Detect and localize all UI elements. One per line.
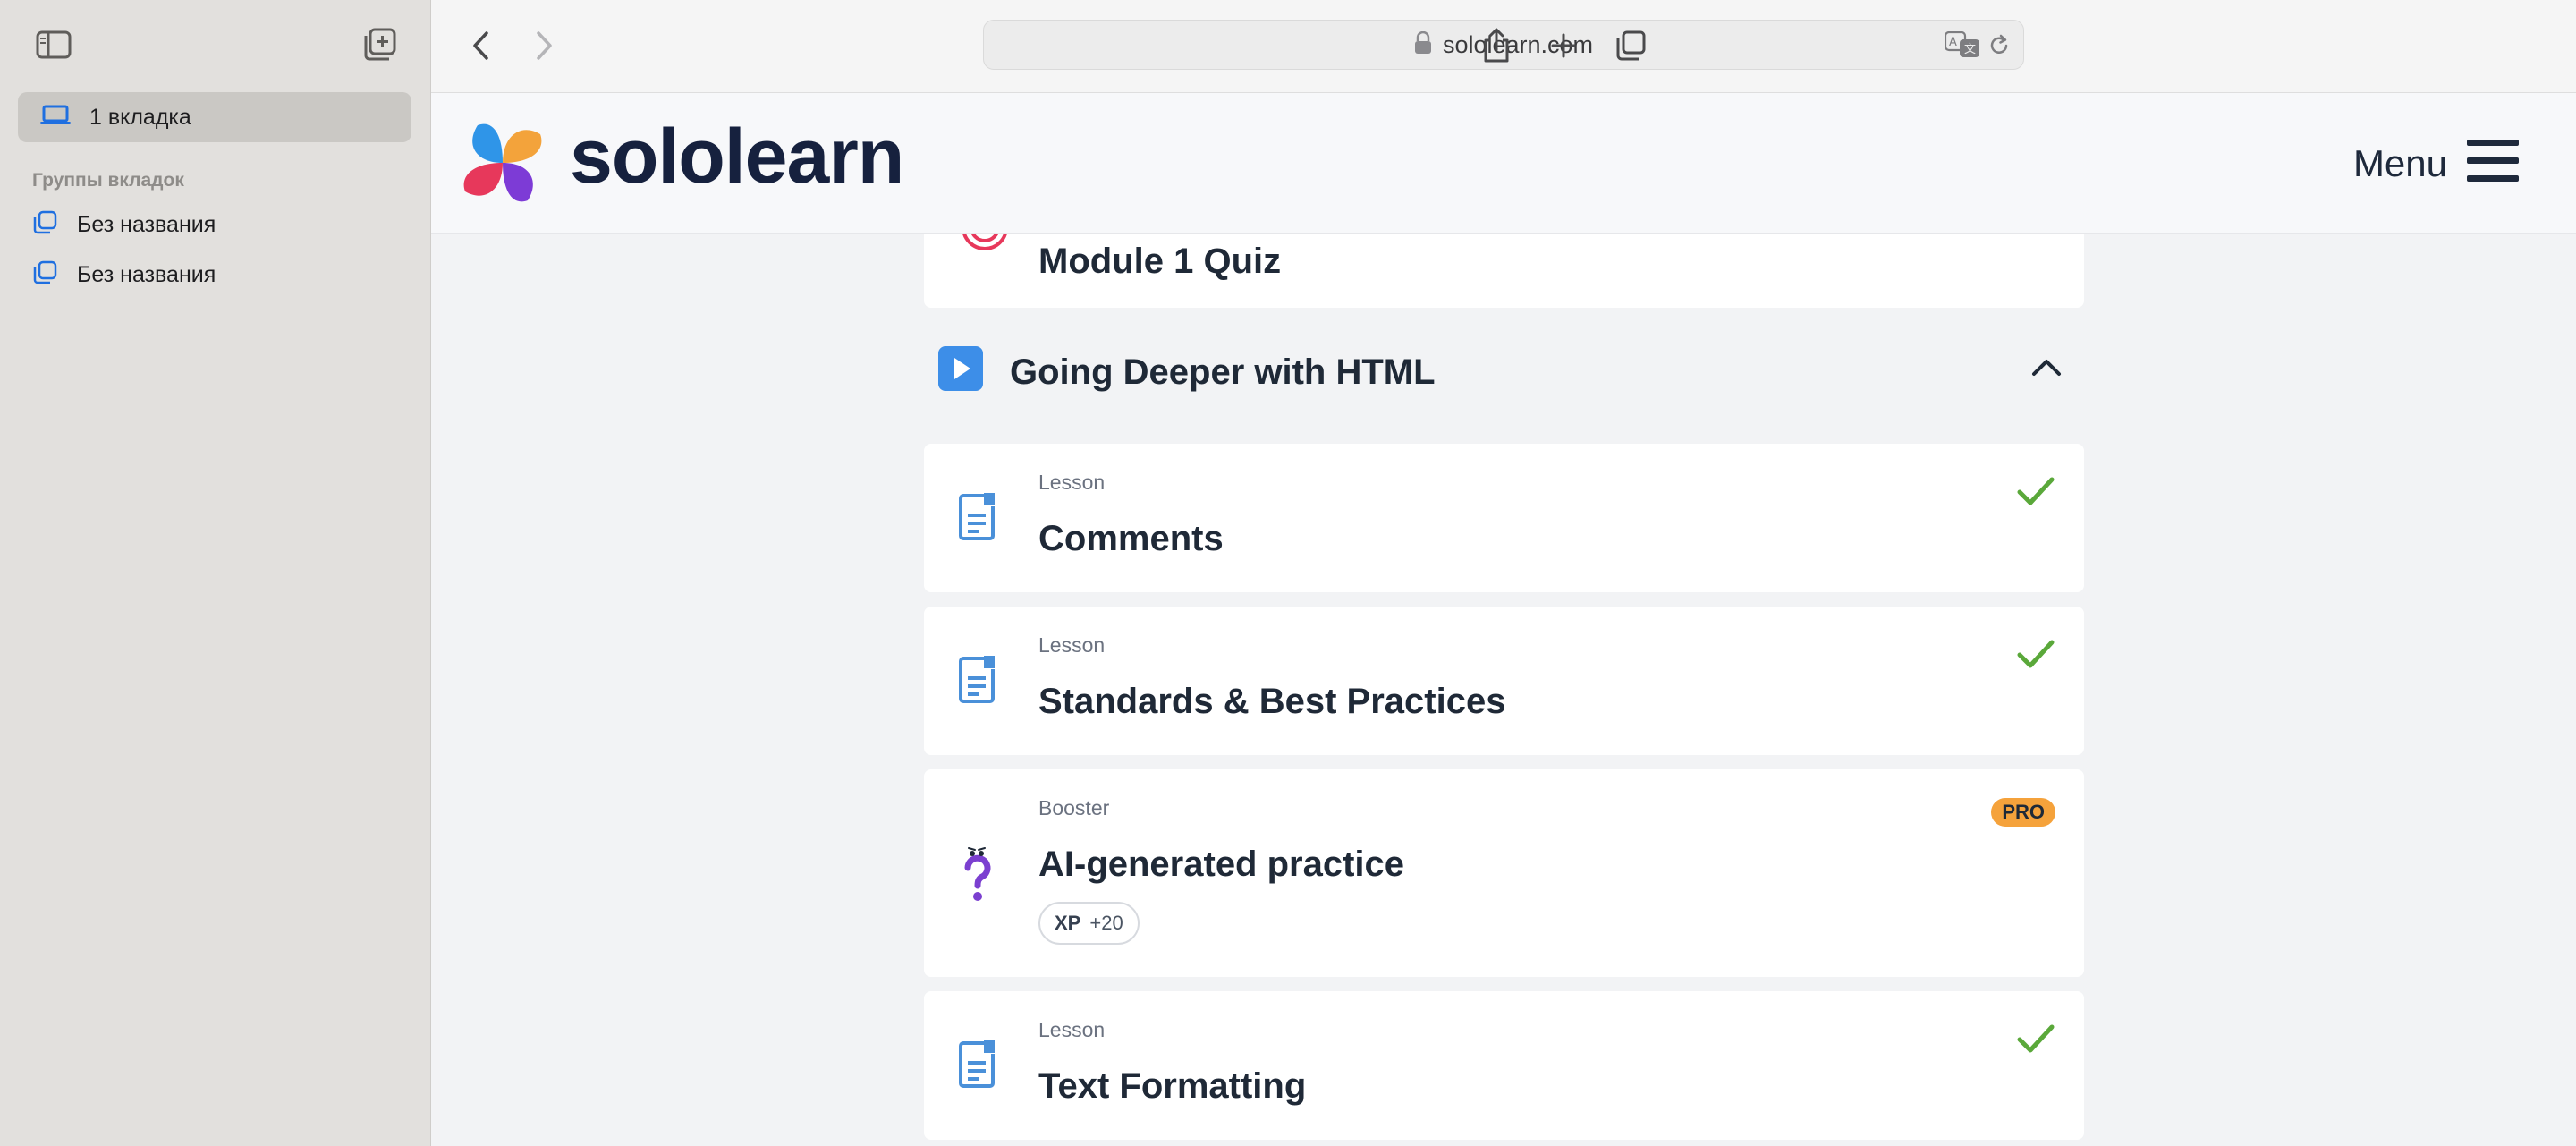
sololearn-logo-icon[interactable] <box>458 118 547 208</box>
share-icon[interactable] <box>1476 25 1517 66</box>
tab-group-icon <box>32 260 57 290</box>
lesson-card-comments[interactable]: Lesson Comments <box>924 444 2084 592</box>
back-icon[interactable] <box>460 25 501 66</box>
module-header[interactable]: Going Deeper with HTML <box>924 335 2084 406</box>
lesson-card-text-formatting[interactable]: Lesson Text Formatting <box>924 991 2084 1140</box>
item-title: Comments <box>1038 519 1224 558</box>
tab-group-label: Без названия <box>77 211 216 237</box>
xp-reward-pill: XP +20 <box>1038 902 1140 945</box>
sidebar-tab-item[interactable]: 1 вкладка <box>18 92 411 142</box>
item-title: Standards & Best Practices <box>1038 682 1506 721</box>
reload-icon[interactable] <box>1987 33 2011 63</box>
quiz-title: Module 1 Quiz <box>1038 242 1282 281</box>
chevron-up-icon[interactable] <box>2030 356 2063 382</box>
course-content: Module 1 Quiz Going Deeper with HTML Les… <box>431 234 2576 1146</box>
check-icon <box>2016 476 2055 513</box>
xp-value: +20 <box>1089 912 1123 934</box>
sidebar-toggle-icon[interactable] <box>34 27 73 63</box>
lesson-document-icon <box>958 492 997 547</box>
xp-label: XP <box>1055 912 1081 934</box>
tab-groups-heading: Группы вкладок <box>32 170 184 191</box>
module-play-icon <box>938 346 983 395</box>
translate-icon[interactable]: A文 <box>1944 30 1980 63</box>
check-icon <box>2016 1023 2055 1060</box>
sidebar-tab-group-1[interactable]: Без названия <box>32 202 216 247</box>
forward-icon[interactable] <box>524 25 565 66</box>
svg-text:文: 文 <box>1964 43 1976 56</box>
pro-badge: PRO <box>1991 798 2055 827</box>
tab-group-icon <box>32 210 57 240</box>
site-header: sololearn Menu <box>431 93 2576 234</box>
safari-sidebar: 1 вкладка Группы вкладок Без названия Бе… <box>0 0 431 1146</box>
svg-text:A: A <box>1949 36 1957 49</box>
item-title: Text Formatting <box>1038 1066 1307 1106</box>
lesson-card-standards[interactable]: Lesson Standards & Best Practices <box>924 607 2084 755</box>
browser-toolbar: sololearn.com A文 <box>431 0 2576 93</box>
module-title: Going Deeper with HTML <box>1010 352 1436 392</box>
logo-text[interactable]: sololearn <box>570 113 904 201</box>
menu-button[interactable]: Menu <box>2353 138 2519 189</box>
lesson-document-icon <box>958 655 997 709</box>
hamburger-icon <box>2467 138 2519 189</box>
item-title: AI-generated practice <box>1038 845 1405 884</box>
check-icon <box>2016 639 2055 675</box>
laptop-icon <box>39 105 72 131</box>
sidebar-tab-group-2[interactable]: Без названия <box>32 252 216 297</box>
item-kind: Booster <box>1038 796 1110 819</box>
lock-icon <box>1414 30 1432 59</box>
item-kind: Lesson <box>1038 633 1106 657</box>
item-kind: Lesson <box>1038 1018 1106 1041</box>
tab-group-label: Без названия <box>77 261 216 287</box>
booster-card-ai-practice[interactable]: Booster AI-generated practice PRO XP +20 <box>924 769 2084 977</box>
tab-overview-icon[interactable] <box>1610 25 1651 66</box>
new-tab-group-icon[interactable] <box>360 27 399 63</box>
module-quiz-card[interactable]: Module 1 Quiz <box>924 234 2084 308</box>
new-tab-icon[interactable] <box>1543 25 1584 66</box>
menu-label: Menu <box>2352 141 2447 184</box>
item-kind: Lesson <box>1038 471 1106 494</box>
question-mark-icon <box>958 845 997 908</box>
sidebar-tab-label: 1 вкладка <box>89 104 191 130</box>
lesson-document-icon <box>958 1040 997 1094</box>
quiz-target-icon <box>958 234 1012 267</box>
